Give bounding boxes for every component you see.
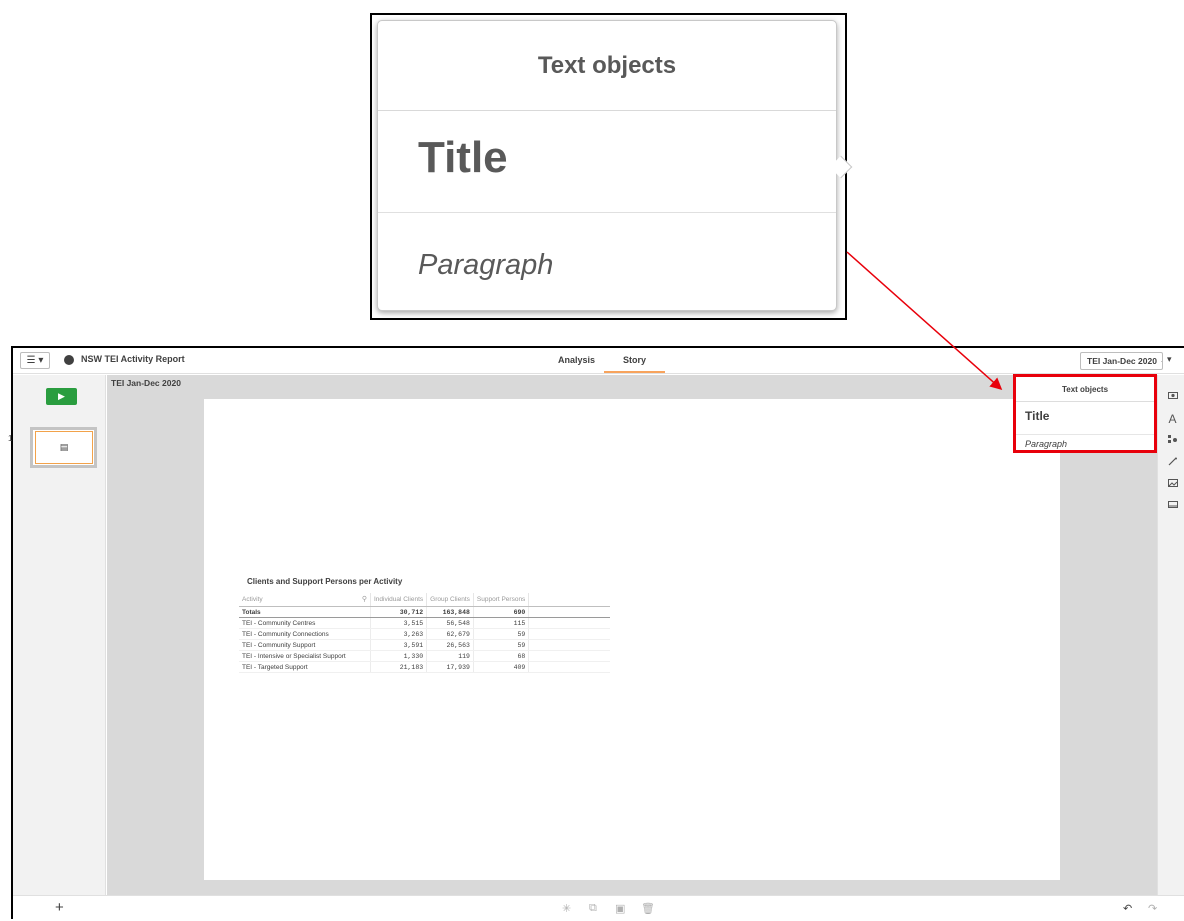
callout-title-option[interactable]: Title [418, 133, 508, 183]
presentation-icon [1160, 360, 1162, 362]
image-icon[interactable] [1158, 479, 1184, 490]
table-row[interactable]: TEI - Targeted Support 21,183 17,939 409 [239, 661, 611, 673]
column-header-empty [528, 593, 611, 607]
story-selector-label: TEI Jan-Dec 2020 [1087, 356, 1157, 366]
column-header-support-persons[interactable]: Support Persons [473, 593, 530, 607]
table-row[interactable]: TEI - Community Centres 3,515 56,548 115 [239, 617, 611, 629]
top-bar: ☰ ▾ NSW TEI Activity Report Analysis Sto… [13, 348, 1184, 374]
text-objects-divider [1016, 434, 1154, 435]
bottom-toolbar: + ✳ ⧉ ▣ 🗑 ↶ ↷ [13, 895, 1184, 921]
play-story-button[interactable]: ▶ [46, 388, 77, 405]
tab-story[interactable]: Story [623, 355, 646, 365]
text-objects-header: Text objects [1016, 377, 1154, 402]
slide-panel: ▶ 1 ▤ [8, 375, 106, 895]
effects-icon[interactable] [1158, 457, 1184, 469]
qlik-story-app: ☰ ▾ NSW TEI Activity Report Analysis Sto… [8, 346, 1184, 921]
menu-button[interactable]: ☰ ▾ [20, 352, 50, 369]
text-icon[interactable]: A [1158, 412, 1184, 426]
table-row[interactable]: TEI - Intensive or Specialist Support 1,… [239, 650, 611, 662]
story-selector[interactable]: TEI Jan-Dec 2020 [1080, 352, 1163, 370]
slide[interactable]: Clients and Support Persons per Activity… [204, 399, 1060, 880]
paragraph-text-object[interactable]: Paragraph [1025, 439, 1067, 449]
search-icon[interactable]: ⚲ [362, 595, 367, 603]
story-tools-bar: A [1157, 375, 1184, 895]
story-title: TEI Jan-Dec 2020 [111, 378, 181, 388]
slide-thumbnail[interactable]: ▤ [30, 427, 97, 468]
shapes-icon[interactable] [1158, 435, 1184, 447]
copy-icon[interactable]: ⧉ [589, 902, 597, 915]
text-objects-panel: Text objects Title Paragraph [1013, 374, 1157, 453]
table-row[interactable]: TEI - Community Support 3,591 26,563 59 [239, 639, 611, 651]
redo-icon[interactable]: ↷ [1148, 902, 1157, 915]
table-title: Clients and Support Persons per Activity [247, 577, 403, 586]
active-tab-indicator [604, 371, 665, 373]
slide-number: 1 [8, 434, 13, 443]
callout-header: Text objects [378, 21, 836, 111]
totals-row: Totals 30,712 163,848 690 [239, 606, 611, 618]
column-header-group-clients[interactable]: Group Clients [426, 593, 474, 607]
callout-divider [378, 212, 836, 213]
callout-paragraph-option[interactable]: Paragraph [418, 249, 553, 282]
text-objects-popover-zoomed: Text objects Title Paragraph [377, 20, 853, 311]
undo-icon[interactable]: ↶ [1123, 902, 1132, 915]
zoomed-callout: Text objects Title Paragraph [370, 13, 853, 320]
table-row[interactable]: TEI - Community Connections 3,263 62,679… [239, 628, 611, 640]
add-slide-button[interactable]: + [55, 899, 64, 916]
popover-pointer [829, 155, 853, 179]
clients-table[interactable]: Activity ⚲ Individual Clients Group Clie… [239, 593, 611, 673]
chevron-down-icon[interactable]: ▾ [1167, 354, 1172, 365]
app-icon [64, 355, 74, 365]
table-icon: ▤ [35, 431, 93, 464]
column-header-individual-clients[interactable]: Individual Clients [370, 593, 428, 607]
tab-analysis[interactable]: Analysis [558, 355, 595, 365]
paste-icon[interactable]: ▣ [615, 902, 625, 915]
story-canvas: TEI Jan-Dec 2020 Clients and Support Per… [107, 375, 1157, 895]
pin-icon[interactable]: ✳ [562, 902, 571, 915]
app-title: NSW TEI Activity Report [81, 354, 185, 364]
delete-icon[interactable]: 🗑 [641, 902, 655, 915]
title-text-object[interactable]: Title [1025, 409, 1049, 423]
camera-icon[interactable] [1158, 391, 1184, 402]
media-icon[interactable] [1158, 501, 1184, 512]
column-header-activity[interactable]: Activity ⚲ [239, 593, 371, 607]
